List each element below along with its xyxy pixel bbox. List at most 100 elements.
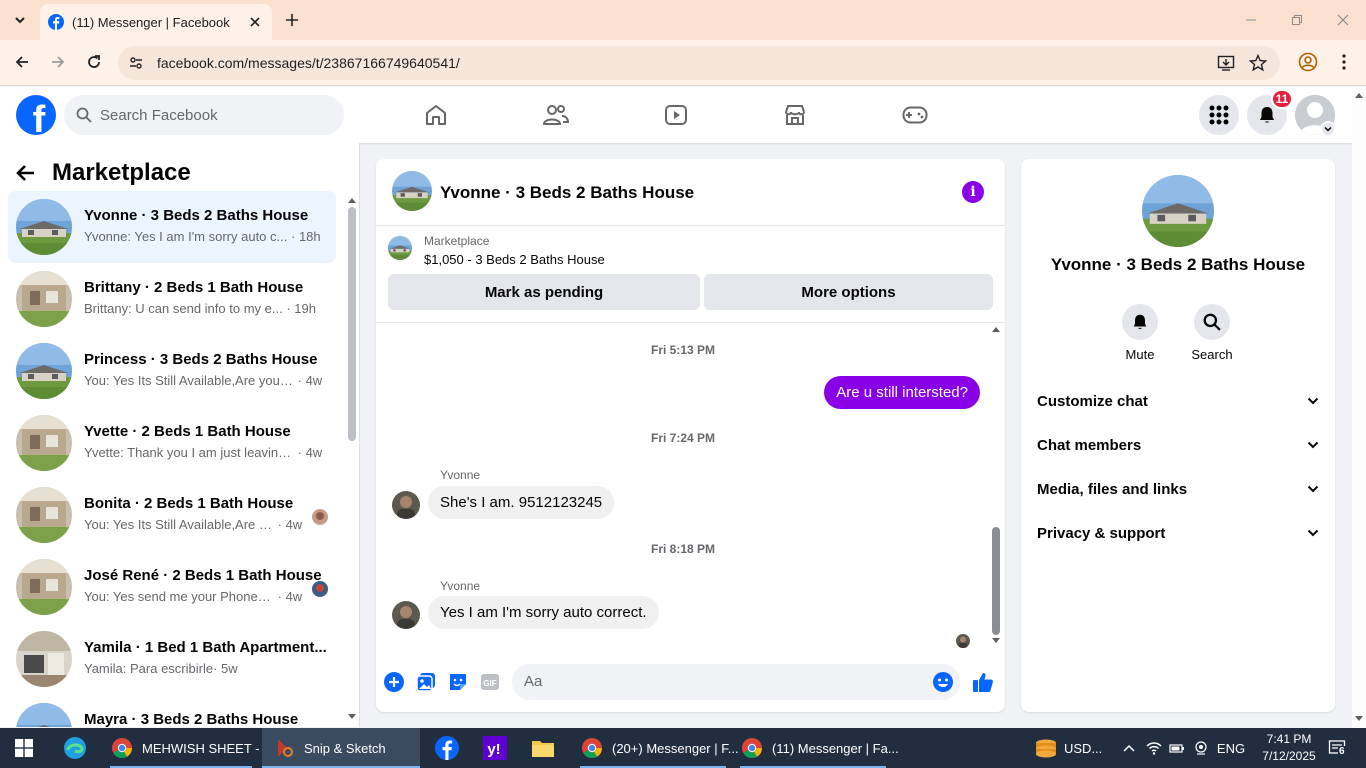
sidebar-scrollbar[interactable]	[347, 193, 356, 727]
conversation-item[interactable]: José René · 2 Beds 1 Bath House You: Yes…	[8, 551, 336, 623]
chevron-down-icon	[1307, 529, 1319, 537]
gif-button[interactable]: GIF	[478, 670, 502, 694]
show-hidden-icons-button[interactable]	[1118, 728, 1140, 768]
bell-icon	[1133, 314, 1147, 329]
taskbar-item-label: (20+) Messenger | F...	[612, 740, 739, 756]
close-window-button[interactable]	[1320, 0, 1366, 40]
scroll-up-icon	[1355, 93, 1363, 98]
listing-avatar[interactable]	[1142, 175, 1214, 247]
nav-video[interactable]	[660, 99, 692, 131]
nav-gaming[interactable]	[899, 99, 931, 131]
new-tab-button[interactable]	[280, 8, 304, 32]
more-actions-button[interactable]	[382, 670, 406, 694]
conversation-preview: You: Yes Its Still Available,Are you i..…	[84, 373, 323, 388]
chevron-up-icon	[1123, 744, 1135, 752]
bookmark-star-icon[interactable]	[1248, 53, 1268, 73]
conversation-item[interactable]: Brittany · 2 Beds 1 Bath House Brittany:…	[8, 263, 336, 335]
sticker-button[interactable]	[446, 670, 470, 694]
conversation-preview: You: Yes send me your Phone N... · 4w	[84, 589, 303, 604]
mark-as-pending-button[interactable]: Mark as pending	[388, 274, 700, 310]
site-info-icon[interactable]	[126, 53, 146, 73]
search-in-conversation-button[interactable]: Search	[1182, 304, 1242, 362]
sender-avatar[interactable]	[392, 491, 420, 519]
action-center-button[interactable]: 6	[1322, 728, 1352, 768]
message-input[interactable]: Aa	[512, 664, 960, 700]
taskbar-file-explorer[interactable]	[520, 728, 566, 768]
listing-thumbnail[interactable]	[388, 236, 412, 260]
sidebar-scroll-thumb[interactable]	[348, 207, 356, 441]
input-language-indicator[interactable]: ENG	[1216, 728, 1246, 768]
taskbar-chrome-messenger-1[interactable]: (20+) Messenger | F...	[574, 728, 739, 768]
taskbar-snip-sketch[interactable]: Snip & Sketch	[262, 728, 420, 768]
battery-button[interactable]	[1166, 728, 1188, 768]
conversation-item[interactable]: Yvonne · 3 Beds 2 Baths House Yvonne: Ye…	[8, 191, 336, 263]
tab-search-button[interactable]	[6, 6, 34, 34]
customize-chat-row[interactable]: Customize chat	[1029, 379, 1327, 423]
conversation-item[interactable]: Mayra · 3 Beds 2 Baths House	[8, 695, 336, 727]
facebook-logo[interactable]: f	[16, 95, 56, 135]
back-button[interactable]	[8, 48, 36, 76]
taskbar-currency-widget[interactable]: USD...	[1034, 728, 1114, 768]
restore-button[interactable]	[1274, 0, 1320, 40]
conversation-name: Yvonne · 3 Beds 2 Baths House	[1050, 255, 1306, 274]
taskbar-edge[interactable]	[52, 728, 98, 768]
message-timestamp: Fri 5:13 PM	[650, 343, 716, 357]
conversation-time: · 4w	[297, 373, 323, 388]
listing-price-title[interactable]: $1,050 - 3 Beds 2 Baths House	[424, 252, 605, 267]
currency-icon	[1036, 739, 1056, 758]
url-text: facebook.com/messages/t/2386716674964054…	[157, 55, 460, 71]
sender-avatar[interactable]	[392, 601, 420, 629]
tab-close-button[interactable]	[246, 13, 264, 31]
attach-photo-button[interactable]	[414, 670, 438, 694]
taskbar-chrome-sheet[interactable]: MEHWISH SHEET - ...	[104, 728, 274, 768]
start-button[interactable]	[0, 728, 48, 768]
chat-title[interactable]: Yvonne · 3 Beds 2 Baths House	[440, 183, 694, 203]
more-options-button[interactable]: More options	[704, 274, 993, 310]
media-files-links-row[interactable]: Media, files and links	[1029, 467, 1327, 511]
nav-home[interactable]	[420, 99, 452, 131]
nav-friends[interactable]	[540, 99, 572, 131]
taskbar-clock[interactable]: 7:41 PM 7/12/2025	[1258, 731, 1320, 765]
camera-button[interactable]	[1190, 728, 1212, 768]
browser-menu-button[interactable]	[1330, 48, 1358, 76]
conversation-title: José René · 2 Beds 1 Bath House	[84, 567, 322, 584]
info-icon: i	[970, 184, 976, 200]
like-send-button[interactable]	[971, 670, 995, 694]
account-menu-chevron[interactable]	[1320, 121, 1336, 137]
conversation-title: Bonita · 2 Beds 1 Bath House	[84, 495, 294, 512]
conversation-item[interactable]: Princess · 3 Beds 2 Baths House You: Yes…	[8, 335, 336, 407]
chat-members-row[interactable]: Chat members	[1029, 423, 1327, 467]
minimize-button[interactable]	[1228, 0, 1274, 40]
mute-button[interactable]: Mute	[1110, 304, 1170, 362]
photo-icon	[416, 673, 435, 692]
facebook-search-input[interactable]: Search Facebook	[64, 95, 344, 135]
taskbar-yahoo[interactable]: y!	[472, 728, 518, 768]
network-button[interactable]	[1142, 728, 1166, 768]
emoji-button[interactable]	[932, 671, 954, 698]
conversation-item[interactable]: Bonita · 2 Beds 1 Bath House You: Yes It…	[8, 479, 336, 551]
chat-scroll-thumb[interactable]	[992, 527, 1000, 635]
profile-button[interactable]	[1294, 48, 1322, 76]
conversation-info-button[interactable]: i	[962, 181, 984, 203]
chat-scrollbar[interactable]	[990, 325, 1002, 647]
chat-header-thumbnail[interactable]	[392, 171, 432, 211]
conversation-item[interactable]: Yvette · 2 Beds 1 Bath House Yvette: Tha…	[8, 407, 336, 479]
menu-button[interactable]	[1199, 95, 1239, 135]
incoming-message[interactable]: She's I am. 9512123245	[428, 486, 615, 519]
page-scrollbar[interactable]	[1352, 87, 1366, 728]
taskbar-chrome-messenger-2[interactable]: (11) Messenger | Fa...	[734, 728, 899, 768]
forward-button[interactable]	[44, 48, 72, 76]
incoming-message[interactable]: Yes I am I'm sorry auto correct.	[428, 596, 659, 629]
taskbar-facebook[interactable]	[424, 728, 470, 768]
svg-text:GIF: GIF	[483, 679, 496, 688]
install-app-icon[interactable]	[1216, 53, 1236, 73]
browser-tab-active[interactable]: (11) Messenger | Facebook	[40, 4, 272, 40]
reload-button[interactable]	[80, 48, 108, 76]
nav-marketplace[interactable]	[779, 99, 811, 131]
conversation-item[interactable]: Yamila · 1 Bed 1 Bath Apartment... Yamil…	[8, 623, 336, 695]
outgoing-message[interactable]: Are u still intersted?	[824, 376, 980, 409]
back-arrow-icon[interactable]	[16, 163, 36, 183]
sidebar-title: Marketplace	[52, 159, 191, 186]
address-bar[interactable]: facebook.com/messages/t/2386716674964054…	[118, 46, 1280, 80]
privacy-support-row[interactable]: Privacy & support	[1029, 511, 1327, 555]
